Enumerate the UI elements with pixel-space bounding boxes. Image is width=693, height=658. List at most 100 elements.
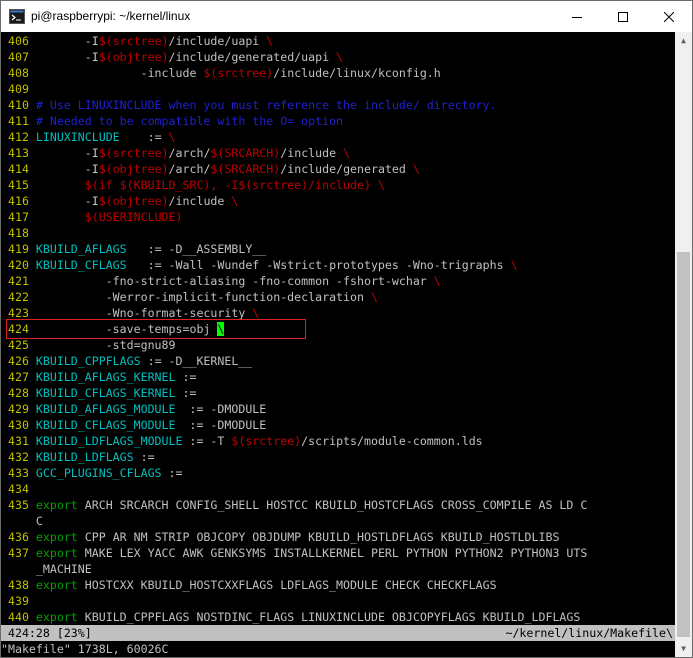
code-token: $(if $(KBUILD_SRC), -I$(srctree)/include… [84,178,371,192]
editor-line[interactable]: 413 -I$(srctree)/arch/$(SRCARCH)/include… [1,145,350,161]
highlight-annotation [6,319,306,339]
line-number: 429 [1,402,29,416]
editor-line[interactable]: 418 [1,225,29,241]
code-token: := -Wall -Wundef -Wstrict-prototypes -Wn… [126,258,511,272]
editor-line[interactable]: 435 export ARCH SRCARCH CONFIG_SHELL HOS… [1,497,587,513]
editor-line[interactable]: 415 $(if $(KBUILD_SRC), -I$(srctree)/inc… [1,177,385,193]
line-number: 409 [1,82,29,96]
title-bar[interactable]: pi@raspberrypi: ~/kernel/linux [1,1,692,32]
code-token: $(srctree) [98,146,169,160]
code-token: /include/linux/kconfig.h [273,66,441,80]
code-token: LINUXINCLUDE [28,130,120,144]
code-token: -include [28,66,204,80]
minimize-button[interactable] [554,1,600,32]
code-token: $(USERINCLUDE) [84,210,183,224]
line-number: 423 [1,306,29,320]
editor-line[interactable]: 437 export MAKE LEX YACC AWK GENKSYMS IN… [1,545,587,561]
editor-line[interactable]: 440 export KBUILD_CPPFLAGS NOSTDINC_FLAG… [1,609,580,625]
editor-line[interactable]: 425 -std=gnu89 [1,337,176,353]
maximize-button[interactable] [600,1,646,32]
code-token: $(objtree) [98,50,169,64]
code-token: -Werror-implicit-function-declaration [28,290,371,304]
editor-line[interactable]: 420 KBUILD_CFLAGS := -Wall -Wundef -Wstr… [1,257,518,273]
line-number: 420 [1,258,29,272]
line-number: 418 [1,226,29,240]
line-number: 414 [1,162,29,176]
code-token: \ [510,258,518,272]
line-number: 432 [1,450,29,464]
editor-line[interactable]: 419 KBUILD_AFLAGS := -D__ASSEMBLY__ [1,241,266,257]
terminal-icon [9,9,25,24]
editor-line[interactable]: 429 KBUILD_AFLAGS_MODULE := -DMODULE [1,401,266,417]
code-token: := -DMODULE [175,418,267,432]
code-token: KBUILD_CFLAGS_MODULE [28,418,176,432]
editor-line[interactable]: 409 [1,81,29,97]
editor-line[interactable]: 427 KBUILD_AFLAGS_KERNEL := [1,369,197,385]
code-token: /include [168,194,232,208]
editor-line[interactable]: 407 -I$(objtree)/include/generated/uapi … [1,49,343,65]
code-token: := [161,466,183,480]
editor-line[interactable]: 408 -include $(srctree)/include/linux/kc… [1,65,441,81]
editor-line[interactable]: 410 # Use LINUXINCLUDE when you must ref… [1,97,497,113]
editor-line[interactable]: 406 -I$(srctree)/include/uapi \ [1,33,273,49]
code-token: -Wno-format-security [28,306,253,320]
editor-line[interactable]: 417 $(USERINCLUDE) [1,209,183,225]
code-token: := [175,370,197,384]
line-number: 413 [1,146,29,160]
code-token: _MACHINE [28,562,92,576]
code-token: /include/uapi [168,34,267,48]
scrollbar-thumb[interactable] [677,252,690,637]
vertical-scrollbar[interactable]: ▲ ▼ [675,32,692,657]
editor-line[interactable]: 426 KBUILD_CPPFLAGS := -D__KERNEL__ [1,353,252,369]
code-token: KBUILD_CFLAGS [28,258,127,272]
line-number: 408 [1,66,29,80]
file-path: ~/kernel/linux/Makefile\ [505,626,673,640]
editor-line[interactable]: 438 export HOSTCXX KBUILD_HOSTCXXFLAGS L… [1,577,497,593]
code-token: export [28,530,78,544]
command-line[interactable]: "Makefile" 1738L, 60026C [1,641,169,657]
code-token: export [28,546,78,560]
code-token: /scripts/module-common.lds [301,434,483,448]
editor-line[interactable]: 436 export CPP AR NM STRIP OBJCOPY OBJDU… [1,529,559,545]
vim-status-bar: 424:28 [23%] ~/kernel/linux/Makefile\ [1,625,675,641]
terminal-content[interactable]: 406 -I$(srctree)/include/uapi \ 407 -I$(… [1,32,675,657]
scroll-up-arrow-icon[interactable]: ▲ [675,32,692,49]
code-token: \ [370,290,378,304]
code-token: $(objtree) [98,194,169,208]
editor-line[interactable]: 428 KBUILD_CFLAGS_KERNEL := [1,385,197,401]
editor-line[interactable]: 422 -Werror-implicit-function-declaratio… [1,289,378,305]
close-button[interactable] [646,1,692,32]
code-token: := [119,130,169,144]
code-token: $(srctree) [98,34,169,48]
line-number: 412 [1,130,29,144]
code-token: \ [377,178,385,192]
editor-line[interactable]: 433 GCC_PLUGINS_CFLAGS := [1,465,183,481]
line-number: 437 [1,546,29,560]
code-token: -I [28,162,99,176]
editor-line[interactable]: 411 # Needed to be compatible with the O… [1,113,343,129]
code-token: := -D__ASSEMBLY__ [126,242,267,256]
editor-line[interactable]: C [1,513,43,529]
line-number: 439 [1,594,29,608]
code-token: \ [343,146,351,160]
code-token: export [28,498,78,512]
editor-line[interactable]: _MACHINE [1,561,92,577]
code-token: \ [252,306,260,320]
editor-line[interactable]: 412 LINUXINCLUDE := \ [1,129,176,145]
editor-line[interactable]: 430 KBUILD_CFLAGS_MODULE := -DMODULE [1,417,266,433]
editor-line[interactable]: 439 [1,593,29,609]
editor-line[interactable]: 416 -I$(objtree)/include \ [1,193,238,209]
editor-line[interactable]: 414 -I$(objtree)/arch/$(SRCARCH)/include… [1,161,420,177]
line-number: 431 [1,434,29,448]
editor-line[interactable]: 432 KBUILD_LDFLAGS := [1,449,155,465]
code-token: $(objtree) [98,162,169,176]
code-token: -I [28,146,99,160]
code-token: /arch/ [168,146,211,160]
editor-line[interactable]: 434 [1,481,29,497]
scroll-down-arrow-icon[interactable]: ▼ [675,640,692,657]
editor-line[interactable]: 421 -fno-strict-aliasing -fno-common -fs… [1,273,441,289]
code-token: := -T [182,434,232,448]
editor-line[interactable]: 431 KBUILD_LDFLAGS_MODULE := -T $(srctre… [1,433,483,449]
